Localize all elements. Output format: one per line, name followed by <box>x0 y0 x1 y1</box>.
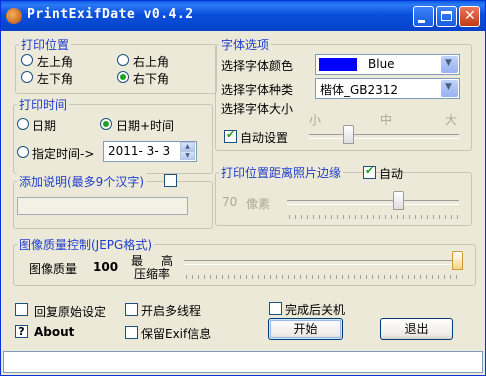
quality-label: 图像质量 <box>29 262 78 276</box>
app-icon <box>6 8 22 24</box>
auto-margin-label[interactable]: 自动 <box>379 165 403 182</box>
minimize-button[interactable] <box>413 6 434 27</box>
margin-value: 70 <box>222 195 238 209</box>
check-icon: ✔ <box>226 128 236 141</box>
restore-label[interactable]: 回复原始设定 <box>34 303 106 320</box>
description-input <box>17 197 188 215</box>
font-size-slider[interactable] <box>343 125 354 144</box>
check-icon: ✔ <box>365 164 375 177</box>
description-legend: 添加说明(最多9个汉字) <box>17 173 146 190</box>
description-checkbox[interactable] <box>164 174 177 187</box>
maximize-icon <box>441 11 452 21</box>
keep-exif-checkbox[interactable] <box>125 326 138 339</box>
margin-slider[interactable] <box>393 191 404 210</box>
radio-custom-time-label[interactable]: 指定时间-> <box>32 145 94 162</box>
radio-selected-dot <box>120 74 126 80</box>
title-bar[interactable]: PrintExifDate v0.4.2 ✕ <box>1 1 485 31</box>
margin-ticks <box>289 215 459 219</box>
radio-date[interactable] <box>17 118 29 130</box>
shutdown-checkbox[interactable] <box>269 302 282 315</box>
radio-bottom-left[interactable] <box>21 71 33 83</box>
font-legend: 字体选项 <box>219 36 272 53</box>
quality-value: 100 <box>93 260 119 274</box>
radio-bottom-left-label[interactable]: 左下角 <box>37 70 73 87</box>
print-time-legend: 打印时间 <box>17 96 70 113</box>
multithread-label[interactable]: 开启多线程 <box>141 302 201 319</box>
chevron-down-icon[interactable]: ▼ <box>441 80 458 97</box>
auto-font-label[interactable]: 自动设置 <box>240 129 288 146</box>
margin-track <box>287 200 459 205</box>
auto-margin-checkbox[interactable]: ✔ <box>363 164 376 179</box>
print-position-legend: 打印位置 <box>19 36 72 53</box>
radio-top-left-label[interactable]: 左上角 <box>37 53 73 70</box>
status-bar <box>3 351 483 373</box>
print-time-group <box>13 104 213 174</box>
keep-exif-label[interactable]: 保留Exif信息 <box>141 325 211 342</box>
compression-label-bottom: 压缩率 <box>134 267 171 281</box>
radio-date-time[interactable] <box>100 118 112 130</box>
quality-slider[interactable] <box>452 251 463 270</box>
radio-date-time-label[interactable]: 日期+时间 <box>116 117 174 134</box>
restore-checkbox[interactable] <box>15 303 28 316</box>
radio-top-left[interactable] <box>21 54 33 66</box>
size-mark-large: 大 <box>445 113 458 127</box>
help-icon[interactable]: ? <box>15 325 28 338</box>
spin-up-icon[interactable]: ▲ <box>180 142 195 151</box>
close-icon: ✕ <box>464 8 476 24</box>
radio-bottom-right[interactable] <box>117 71 129 83</box>
quality-track <box>184 260 462 265</box>
radio-top-right[interactable] <box>117 54 129 66</box>
font-size-track <box>309 134 459 139</box>
quality-ticks <box>186 275 458 279</box>
spin-down-icon[interactable]: ▼ <box>180 151 195 160</box>
font-family-value: 楷体_GB2312 <box>320 83 399 97</box>
about-link[interactable]: About <box>34 325 74 339</box>
font-family-select[interactable]: 楷体_GB2312 ▼ <box>315 78 460 99</box>
maximize-button[interactable] <box>436 6 457 27</box>
font-color-value: Blue <box>368 57 395 71</box>
minimize-icon <box>418 20 425 23</box>
margin-legend: 打印位置距离照片边缘 <box>219 164 344 181</box>
exit-button[interactable]: 退出 <box>380 318 453 340</box>
size-mark-small: 小 <box>309 113 322 127</box>
color-swatch <box>319 58 357 71</box>
radio-top-right-label[interactable]: 右上角 <box>133 53 169 70</box>
window-title: PrintExifDate v0.4.2 <box>27 7 194 22</box>
radio-custom-time[interactable] <box>17 146 29 158</box>
date-value: 2011- 3- 3 <box>108 144 171 158</box>
date-picker[interactable]: 2011- 3- 3 ▲ ▼ <box>103 141 197 162</box>
margin-unit: 像素 <box>246 197 271 211</box>
app-window: PrintExifDate v0.4.2 ✕ 打印位置 左上角 右上角 左下角 … <box>0 0 486 376</box>
font-color-label: 选择字体颜色 <box>221 59 294 73</box>
radio-date-label[interactable]: 日期 <box>32 117 56 134</box>
close-button[interactable]: ✕ <box>459 6 480 27</box>
multithread-checkbox[interactable] <box>125 303 138 316</box>
font-color-select[interactable]: Blue ▼ <box>315 54 460 75</box>
radio-bottom-right-label[interactable]: 右下角 <box>133 70 169 87</box>
font-family-label: 选择字体种类 <box>221 83 294 97</box>
font-size-label: 选择字体大小 <box>221 102 294 116</box>
shutdown-label[interactable]: 完成后关机 <box>285 301 345 318</box>
quality-legend: 图像质量控制(JEPG格式) <box>17 236 155 253</box>
auto-font-checkbox[interactable]: ✔ <box>224 128 237 143</box>
size-mark-medium: 中 <box>380 113 393 127</box>
chevron-down-icon[interactable]: ▼ <box>441 56 458 73</box>
radio-selected-dot <box>103 121 109 127</box>
start-button[interactable]: 开始 <box>268 318 343 340</box>
